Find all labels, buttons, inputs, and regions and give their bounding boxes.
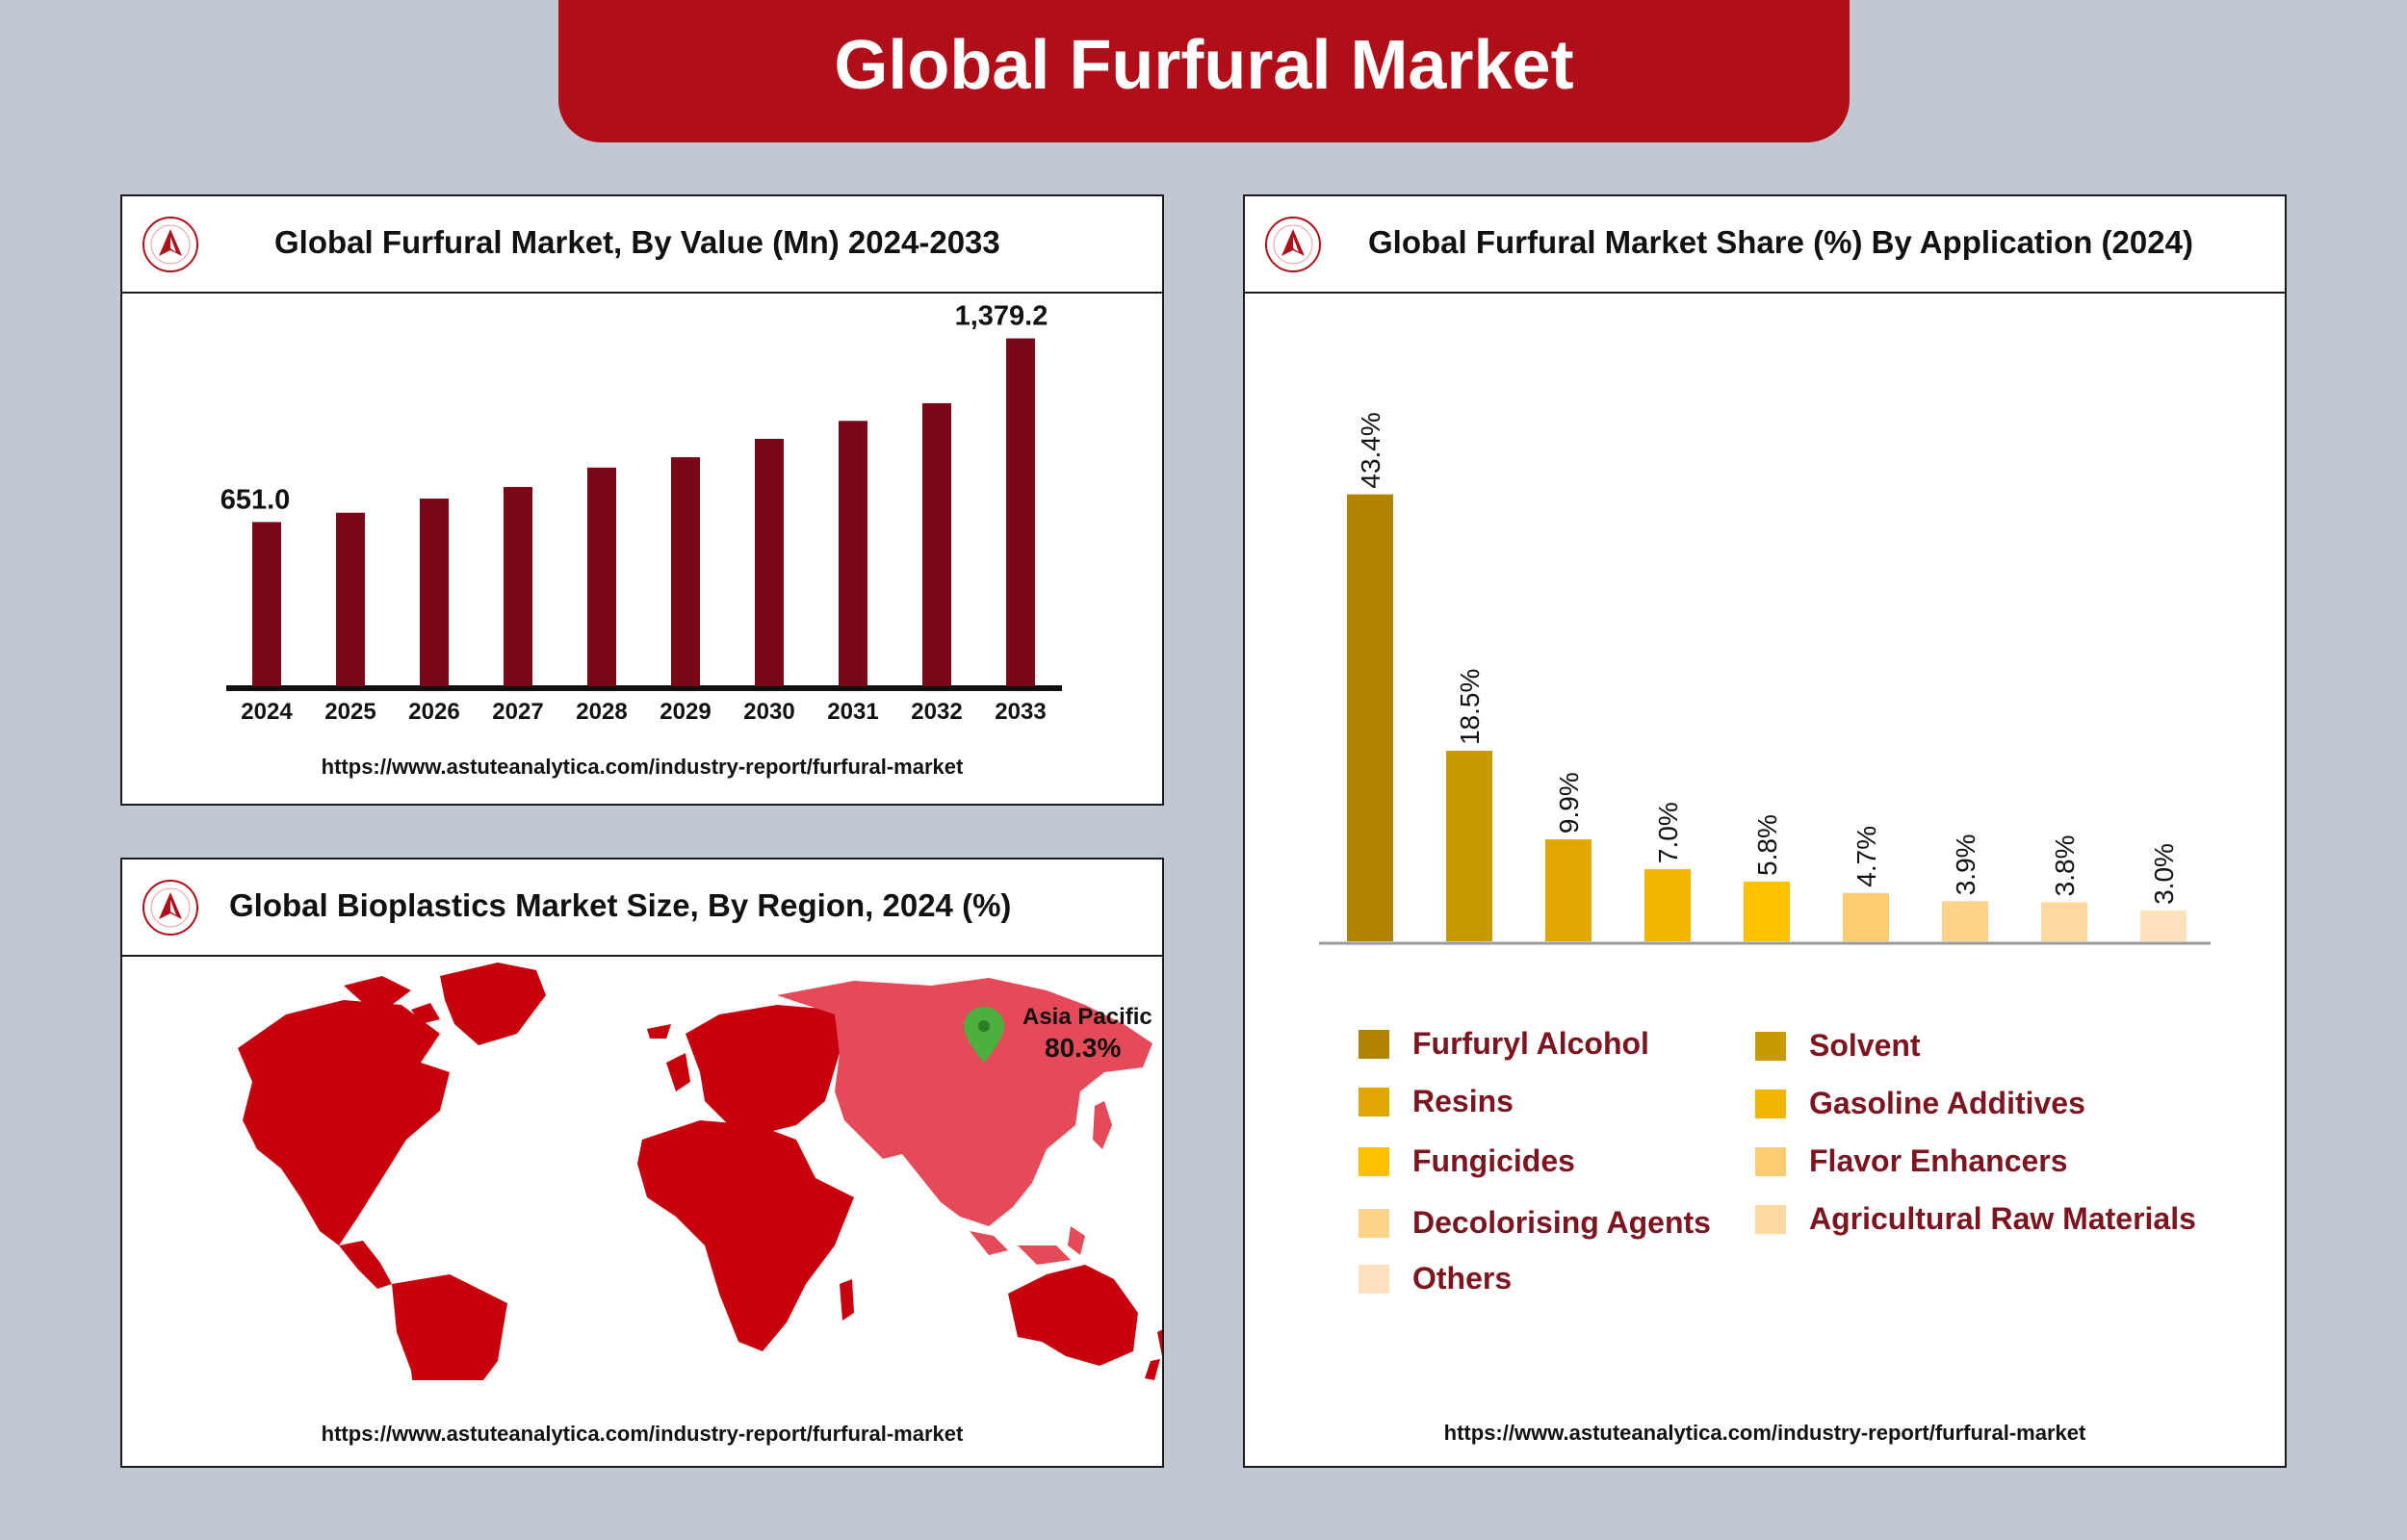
legend-label: Furfuryl Alcohol bbox=[1412, 1026, 1649, 1061]
value-x-tick-label: 2026 bbox=[408, 699, 459, 725]
value-x-tick-label: 2028 bbox=[576, 699, 627, 725]
legend-swatch bbox=[1359, 1030, 1389, 1059]
north-america-shape bbox=[238, 1000, 450, 1245]
uk-iceland-shape bbox=[647, 1024, 690, 1091]
southeast-asia-islands-shape bbox=[970, 1226, 1085, 1265]
legend-swatch bbox=[1755, 1205, 1786, 1234]
legend-label: Solvent bbox=[1809, 1028, 1921, 1063]
application-value-label: 7.0% bbox=[1653, 802, 1683, 863]
application-value-label: 4.7% bbox=[1851, 826, 1881, 887]
value-bar-2025 bbox=[336, 512, 365, 686]
region-map-source-url: https://www.astuteanalytica.com/industry… bbox=[321, 1422, 964, 1446]
value-x-tick-label: 2030 bbox=[743, 699, 794, 725]
application-value-label: 43.4% bbox=[1356, 412, 1385, 488]
application-bar-7 bbox=[1942, 901, 1988, 941]
application-value-label: 3.0% bbox=[2149, 843, 2179, 905]
value-chart-panel: Global Furfural Market, By Value (Mn) 20… bbox=[120, 194, 1164, 806]
application-value-label: 9.9% bbox=[1554, 772, 1584, 834]
page-title: Global Furfural Market bbox=[834, 27, 1574, 104]
application-bar-2 bbox=[1446, 751, 1492, 941]
legend-label: Flavor Enhancers bbox=[1809, 1143, 2068, 1178]
value-bar-2030 bbox=[755, 438, 784, 686]
legend-label: Decolorising Agents bbox=[1412, 1205, 1711, 1240]
value-x-tick-label: 2025 bbox=[324, 699, 375, 725]
asia-pacific-label: Asia Pacific bbox=[1022, 1004, 1152, 1030]
value-x-tick-label: 2031 bbox=[827, 699, 878, 725]
legend-swatch bbox=[1755, 1090, 1786, 1118]
application-bar-8 bbox=[2041, 902, 2087, 941]
legend-label: Resins bbox=[1412, 1084, 1514, 1118]
application-chart-panel: Global Furfural Market Share (%) By Appl… bbox=[1243, 194, 2287, 1468]
legend-swatch bbox=[1359, 1147, 1389, 1176]
astute-analytica-logo bbox=[142, 217, 198, 272]
value-chart-source-url: https://www.astuteanalytica.com/industry… bbox=[321, 755, 964, 779]
application-chart-title: Global Furfural Market Share (%) By Appl… bbox=[1368, 224, 2193, 260]
legend-swatch bbox=[1755, 1032, 1786, 1061]
application-value-label: 5.8% bbox=[1752, 814, 1782, 876]
value-bar-2024 bbox=[252, 522, 281, 686]
value-x-tick-label: 2024 bbox=[241, 699, 293, 725]
application-chart-header: Global Furfural Market Share (%) By Appl… bbox=[1245, 196, 2285, 294]
application-value-label: 18.5% bbox=[1455, 669, 1485, 745]
value-x-tick-label: 2029 bbox=[660, 699, 711, 725]
japan-shape bbox=[1093, 1101, 1112, 1149]
europe-shape bbox=[686, 1005, 840, 1135]
application-value-label: 3.8% bbox=[2050, 835, 2080, 897]
astute-analytica-logo bbox=[1265, 217, 1321, 272]
value-bar-2026 bbox=[420, 499, 449, 686]
value-bar-2029 bbox=[671, 457, 700, 686]
application-bar-6 bbox=[1843, 892, 1889, 941]
value-data-label: 1,379.2 bbox=[955, 301, 1048, 332]
central-america-shape bbox=[339, 1241, 392, 1289]
value-bar-2032 bbox=[922, 402, 951, 686]
legend-label: Gasoline Additives bbox=[1809, 1086, 2085, 1120]
africa-shape bbox=[637, 1120, 854, 1351]
application-bar-5 bbox=[1744, 881, 1790, 941]
title-banner: Global Furfural Market bbox=[558, 0, 1850, 142]
application-value-label: 3.9% bbox=[1951, 834, 1980, 895]
application-bar-9 bbox=[2140, 910, 2187, 941]
application-bar-4 bbox=[1644, 869, 1691, 941]
value-x-tick-label: 2032 bbox=[911, 699, 962, 725]
value-bar-2027 bbox=[504, 486, 532, 686]
asia-pacific-value: 80.3% bbox=[1045, 1033, 1122, 1063]
application-bar-chart: 43.4% 18.5% 9.9% 7.0% 5.8% 4.7% 3.9% 3.8% 3.0% bbox=[1319, 412, 2211, 945]
value-chart-header: Global Furfural Market, By Value (Mn) 20… bbox=[122, 196, 1162, 294]
astute-analytica-logo bbox=[142, 880, 198, 936]
legend-swatch bbox=[1755, 1147, 1786, 1176]
world-map bbox=[238, 962, 1162, 1380]
legend-label: Others bbox=[1412, 1261, 1513, 1296]
legend-label: Agricultural Raw Materials bbox=[1809, 1201, 2196, 1236]
value-bar-2031 bbox=[839, 421, 867, 686]
value-x-tick-label: 2033 bbox=[995, 699, 1046, 725]
region-map-panel: Global Bioplastics Market Size, By Regio… bbox=[120, 858, 1164, 1468]
value-chart-title: Global Furfural Market, By Value (Mn) 20… bbox=[274, 224, 1000, 260]
legend-swatch bbox=[1359, 1265, 1389, 1294]
value-data-label: 651.0 bbox=[220, 484, 291, 515]
south-america-shape bbox=[392, 1274, 507, 1380]
legend-label: Fungicides bbox=[1412, 1143, 1575, 1178]
application-bar-3 bbox=[1545, 839, 1592, 941]
legend-swatch bbox=[1359, 1209, 1389, 1238]
madagascar-shape bbox=[840, 1279, 854, 1321]
australia-shape bbox=[1008, 1265, 1138, 1366]
legend-swatch bbox=[1359, 1088, 1389, 1116]
region-map-header: Global Bioplastics Market Size, By Regio… bbox=[122, 860, 1162, 957]
value-bar-2033 bbox=[1006, 338, 1035, 686]
value-bar-2028 bbox=[587, 467, 616, 686]
value-bar-chart: 2024 651.0 2025 2026 2027 2028 2029 2030 2031 203… bbox=[220, 301, 1062, 725]
new-zealand-shape bbox=[1145, 1329, 1162, 1380]
region-map-title: Global Bioplastics Market Size, By Regio… bbox=[229, 887, 1012, 923]
greenland-shape bbox=[440, 962, 546, 1045]
value-x-tick-label: 2027 bbox=[492, 699, 543, 725]
application-bar-1 bbox=[1347, 494, 1393, 941]
application-chart-source-url: https://www.astuteanalytica.com/industry… bbox=[1443, 1421, 2086, 1445]
